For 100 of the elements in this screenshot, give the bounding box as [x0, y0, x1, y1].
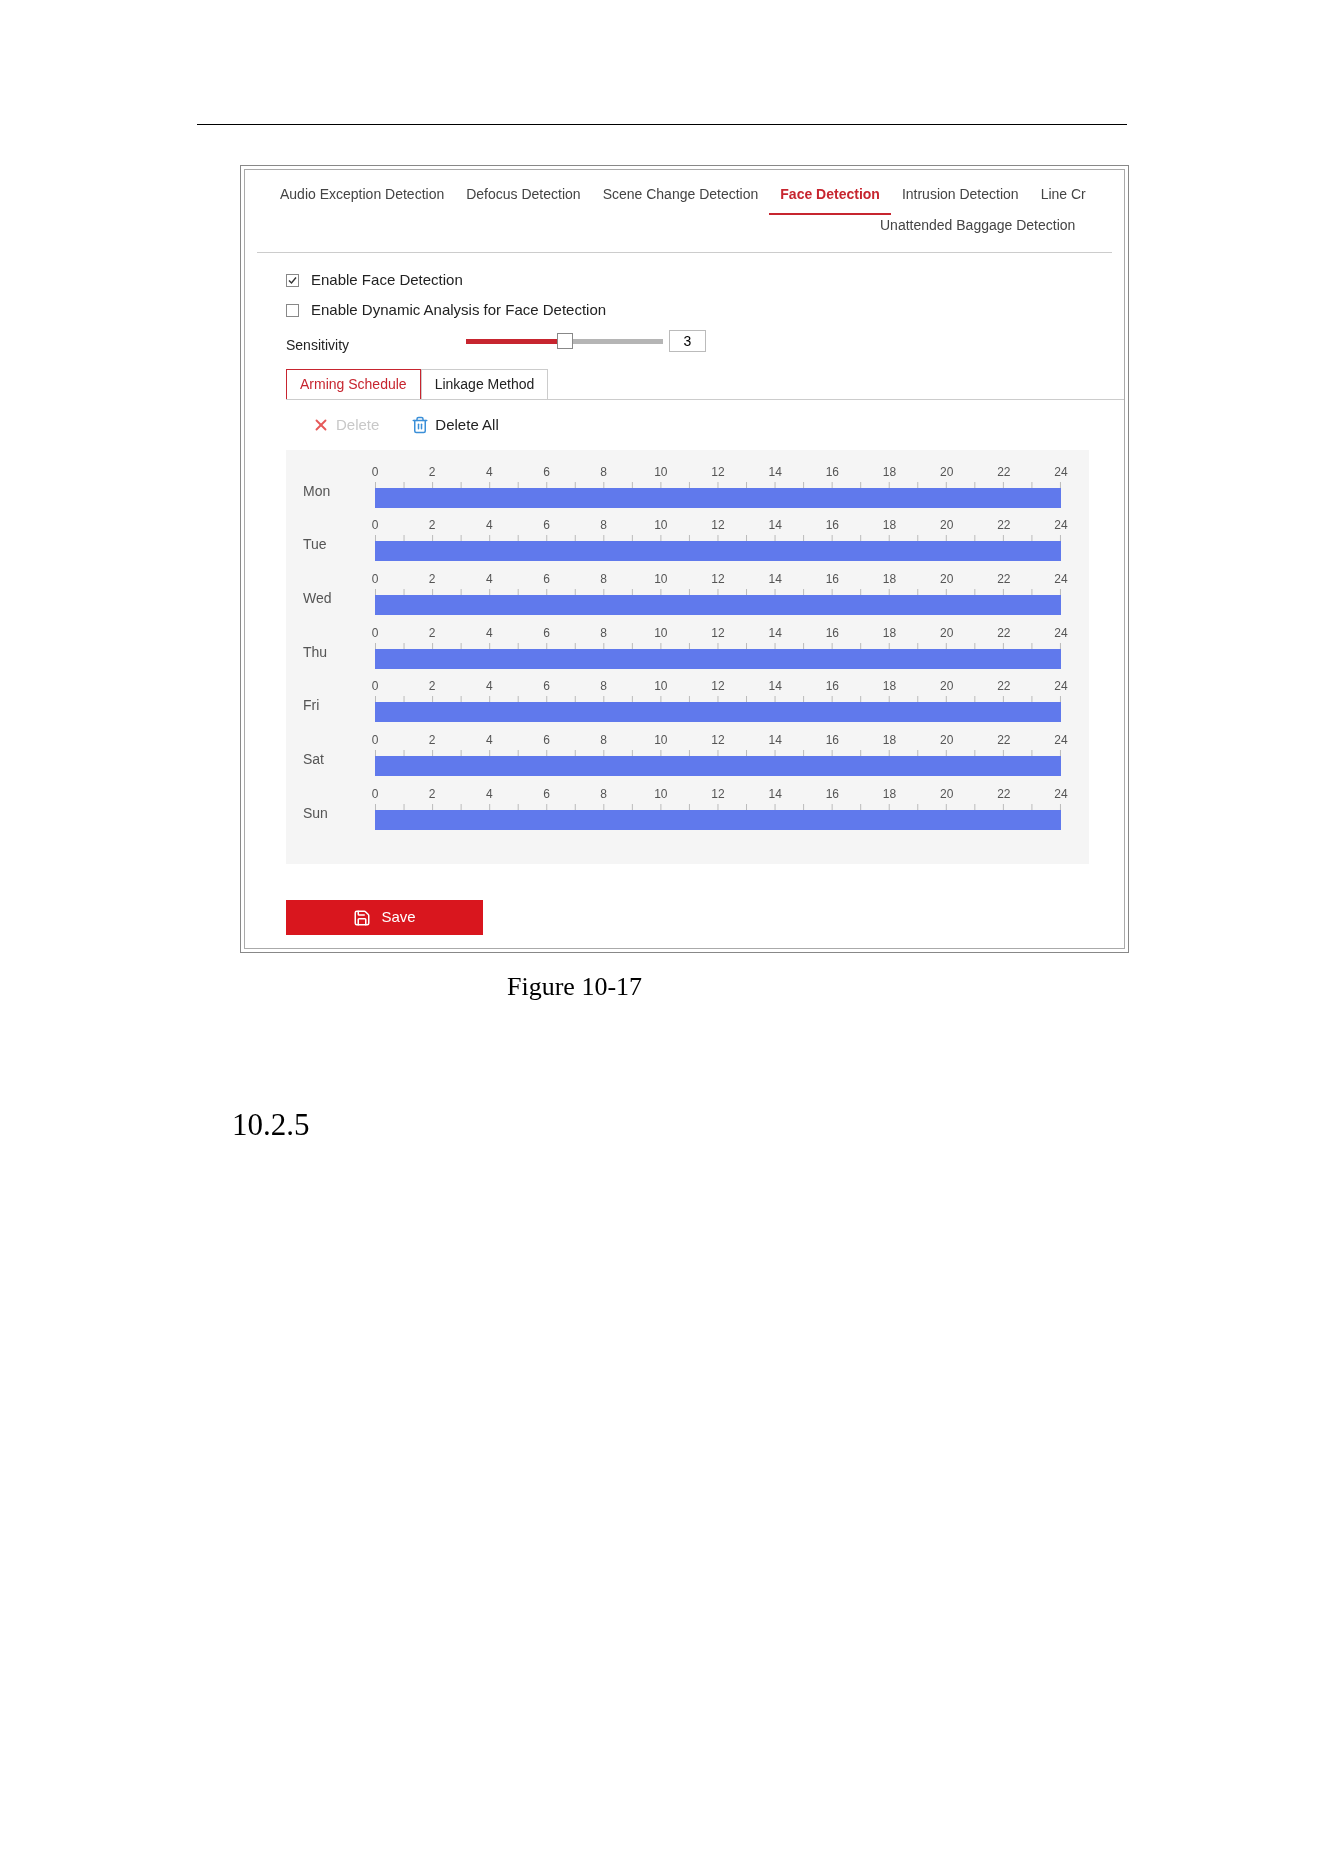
hour-label: 20 [940, 626, 954, 639]
sensitivity-value[interactable]: 3 [669, 330, 706, 352]
hour-label: 18 [882, 519, 897, 532]
hour-label: 8 [600, 519, 607, 532]
hour-label: 24 [1054, 519, 1068, 532]
checkbox-label: Enable Dynamic Analysis for Face Detection [311, 299, 607, 320]
hour-label: 16 [825, 465, 839, 478]
save-button[interactable]: Save [286, 900, 483, 935]
day-label: Sun [303, 803, 328, 823]
checkbox[interactable] [286, 273, 299, 287]
sensitivity-slider[interactable] [466, 333, 663, 349]
hour-label: 20 [940, 680, 954, 693]
schedule-bar[interactable] [375, 756, 1061, 777]
slider-thumb[interactable] [556, 333, 573, 349]
hour-label: 12 [711, 680, 725, 693]
detection-tab[interactable]: Audio Exception Detection [269, 180, 456, 215]
hour-label: 18 [882, 680, 897, 693]
hour-label: 20 [940, 465, 954, 478]
hour-label: 16 [825, 626, 839, 639]
hour-label: 16 [825, 680, 839, 693]
hour-label: 8 [600, 787, 607, 800]
day-label: Thu [303, 642, 328, 662]
hour-label: 10 [654, 626, 668, 639]
hour-label: 22 [997, 734, 1011, 747]
hour-label: 16 [825, 519, 839, 532]
schedule-bar[interactable] [375, 595, 1061, 616]
hour-label: 2 [428, 519, 436, 532]
hour-label: 12 [711, 787, 725, 800]
hour-label: 4 [486, 573, 493, 586]
detection-tab[interactable]: Defocus Detection [455, 180, 592, 215]
hour-label: 24 [1054, 680, 1068, 693]
hour-label: 2 [428, 465, 436, 478]
schedule-tab[interactable]: Linkage Method [420, 369, 549, 399]
hour-label: 14 [768, 519, 782, 532]
schedule-tab[interactable]: Arming Schedule [286, 369, 421, 399]
hour-label: 4 [486, 519, 493, 532]
schedule-bar[interactable] [375, 702, 1061, 723]
hour-label: 24 [1054, 734, 1068, 747]
hour-label: 18 [882, 465, 897, 478]
hour-label: 16 [825, 734, 839, 747]
hour-label: 14 [768, 573, 782, 586]
day-label: Wed [303, 589, 332, 609]
hour-label: 18 [882, 787, 897, 800]
schedule-bar[interactable] [375, 809, 1061, 830]
day-label: Fri [303, 696, 320, 716]
checkbox[interactable] [286, 303, 299, 317]
hour-label: 4 [486, 787, 493, 800]
hour-label: 2 [428, 626, 436, 639]
hour-label: 6 [543, 626, 550, 639]
hour-label: 12 [711, 573, 725, 586]
hour-label: 10 [654, 787, 668, 800]
hour-label: 0 [371, 626, 379, 639]
hour-label: 8 [600, 734, 607, 747]
hour-label: 24 [1054, 573, 1068, 586]
hour-label: 6 [543, 573, 550, 586]
schedule-bar[interactable] [375, 648, 1061, 669]
delete-button[interactable]: Delete All [411, 413, 499, 437]
hour-label: 16 [825, 787, 839, 800]
day-label: Tue [303, 535, 327, 555]
detection-tab[interactable]: Face Detection [769, 180, 891, 215]
hour-label: 20 [940, 519, 954, 532]
detection-tab[interactable]: Scene Change Detection [591, 180, 770, 215]
hour-label: 2 [428, 680, 436, 693]
hour-label: 14 [768, 734, 782, 747]
hour-label: 14 [768, 787, 782, 800]
trash-icon [411, 416, 430, 434]
schedule-bar[interactable] [375, 487, 1061, 508]
sensitivity-label: Sensitivity [286, 335, 351, 355]
hour-label: 6 [543, 734, 550, 747]
checkmark-icon [288, 275, 297, 285]
hour-label: 18 [882, 573, 897, 586]
hour-label: 14 [768, 626, 782, 639]
hour-label: 6 [543, 519, 550, 532]
schedule-bar[interactable] [375, 541, 1061, 562]
hour-label: 22 [997, 465, 1011, 478]
hour-label: 10 [654, 465, 668, 478]
hour-label: 4 [486, 626, 493, 639]
hour-label: 16 [825, 573, 839, 586]
hour-label: 8 [600, 626, 607, 639]
checkbox-label: Enable Face Detection [311, 269, 463, 290]
hour-label: 14 [768, 680, 782, 693]
hour-label: 12 [711, 465, 725, 478]
hour-label: 10 [654, 519, 668, 532]
hour-label: 12 [711, 626, 725, 639]
hour-label: 18 [882, 626, 897, 639]
hour-label: 10 [654, 734, 668, 747]
hour-label: 0 [371, 573, 379, 586]
hour-label: 22 [997, 626, 1011, 639]
hour-label: 10 [654, 573, 668, 586]
hour-label: 6 [543, 680, 550, 693]
hour-label: 0 [371, 787, 379, 800]
hour-label: 22 [997, 519, 1011, 532]
hour-label: 24 [1054, 626, 1068, 639]
hour-label: 4 [486, 465, 493, 478]
hour-label: 20 [940, 734, 954, 747]
save-icon [353, 908, 372, 927]
hour-label: 4 [486, 680, 493, 693]
hour-label: 2 [428, 734, 436, 747]
hour-label: 8 [600, 573, 607, 586]
hour-label: 2 [428, 787, 436, 800]
